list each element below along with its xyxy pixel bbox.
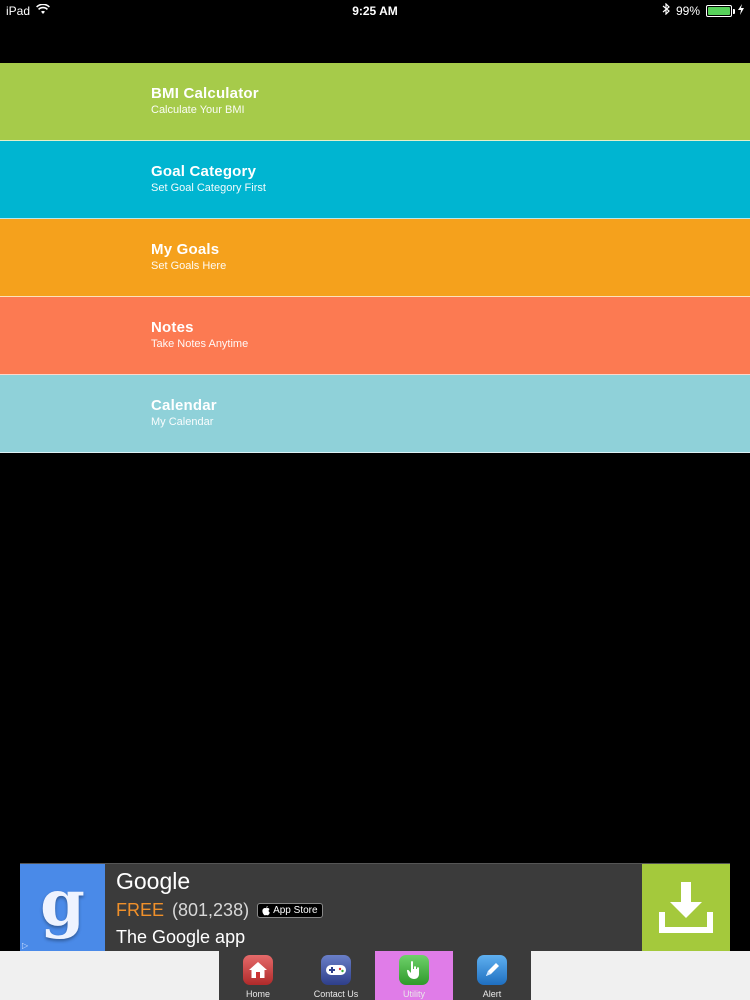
app-store-badge: App Store <box>257 903 323 918</box>
menu-item-title: My Goals <box>151 241 220 258</box>
tab-label: Contact Us <box>313 989 359 999</box>
ad-price: FREE <box>116 900 165 920</box>
menu-item-goal-category[interactable]: Goal Category Set Goal Category First <box>0 141 750 219</box>
menu-item-subtitle: Take Notes Anytime <box>151 338 249 350</box>
menu-item-calendar[interactable]: Calendar My Calendar <box>0 375 750 453</box>
menu-item-title: BMI Calculator <box>151 85 259 102</box>
menu-item-subtitle: My Calendar <box>151 416 214 428</box>
menu-item-my-goals[interactable]: My Goals Set Goals Here <box>0 219 750 297</box>
pen-icon <box>477 955 507 985</box>
ad-rating-count: (801,238) <box>172 900 250 920</box>
download-button[interactable] <box>642 864 730 952</box>
home-icon <box>243 955 273 985</box>
battery-icon <box>706 4 735 17</box>
tab-contact-us[interactable]: Contact Us <box>297 951 375 1000</box>
tab-label: Home <box>245 989 270 999</box>
tab-label: Alert <box>482 989 502 999</box>
ad-price-row: FREE (801,238) App Store <box>116 900 323 921</box>
battery-level <box>708 6 730 15</box>
adchoices-icon[interactable]: ▷ <box>22 941 28 950</box>
bottom-bar: Home Contact Us Utility Alert <box>0 951 750 1000</box>
ad-description: The Google app <box>116 927 246 947</box>
tab-alert[interactable]: Alert <box>453 951 531 1000</box>
status-time: 9:25 AM <box>352 4 398 18</box>
menu-item-title: Notes <box>151 319 194 336</box>
apple-icon <box>262 905 270 915</box>
bluetooth-icon <box>662 2 670 18</box>
menu-item-title: Goal Category <box>151 163 257 180</box>
menu-item-notes[interactable]: Notes Take Notes Anytime <box>0 297 750 375</box>
menu-item-subtitle: Set Goal Category First <box>151 182 266 194</box>
battery-percent: 99% <box>675 3 700 18</box>
tab-utility[interactable]: Utility <box>375 951 453 1000</box>
menu-item-title: Calendar <box>151 397 217 414</box>
menu-item-bmi-calculator[interactable]: BMI Calculator Calculate Your BMI <box>0 63 750 141</box>
gamepad-icon <box>321 955 351 985</box>
app-store-label: App Store <box>273 905 318 916</box>
status-right: 99% <box>662 2 744 18</box>
download-icon <box>659 882 713 933</box>
hand-pointer-icon <box>399 955 429 985</box>
ad-app-logo[interactable]: g ▷ <box>20 864 105 952</box>
status-bar: iPad 9:25 AM 99% <box>0 0 750 22</box>
ad-app-name: Google <box>116 868 191 894</box>
tab-home[interactable]: Home <box>219 951 297 1000</box>
menu-list: BMI Calculator Calculate Your BMI Goal C… <box>0 63 750 453</box>
ad-banner[interactable]: g ▷ Google FREE (801,238) App Store The … <box>20 863 730 952</box>
menu-item-subtitle: Set Goals Here <box>151 260 227 272</box>
tab-label: Utility <box>403 989 425 999</box>
tab-bar: Home Contact Us Utility Alert <box>219 951 531 1000</box>
google-logo-icon: g <box>40 866 85 941</box>
charging-icon <box>738 3 744 18</box>
menu-item-subtitle: Calculate Your BMI <box>151 104 245 116</box>
